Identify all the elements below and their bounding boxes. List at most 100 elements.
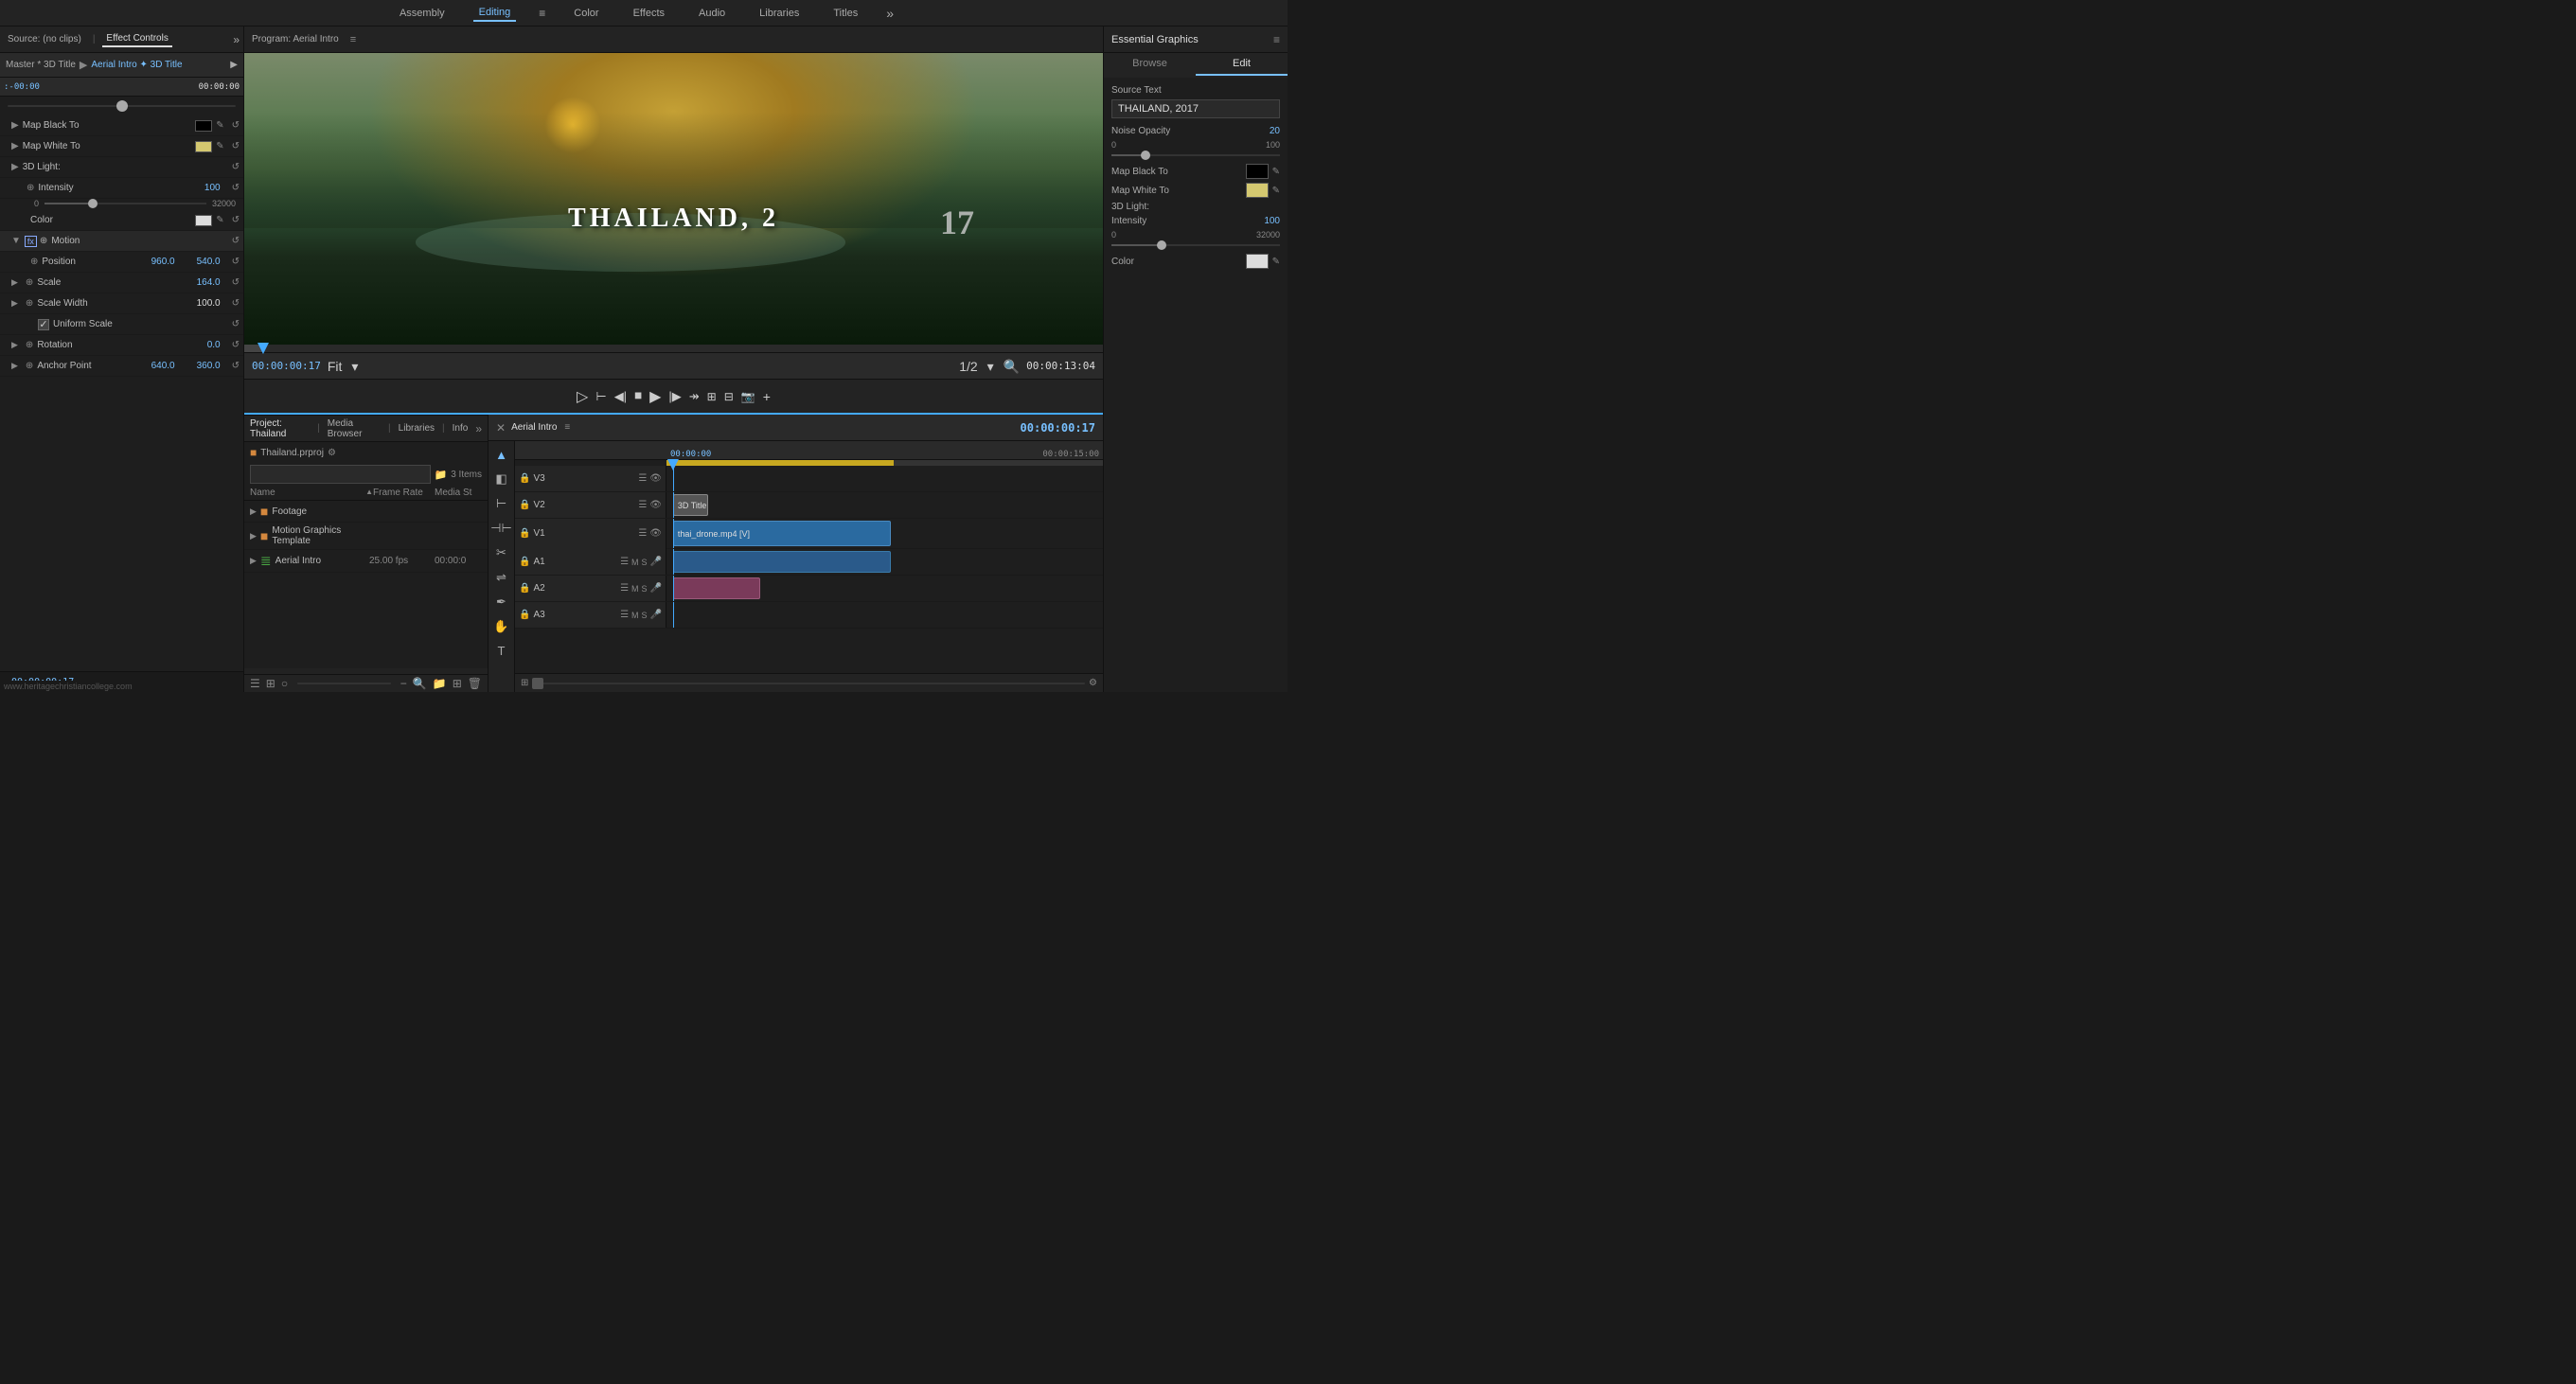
noise-slider[interactable] [1111, 154, 1280, 156]
r-map-black-eyedropper[interactable]: ✎ [1272, 167, 1280, 177]
a1-clip[interactable] [673, 551, 892, 573]
v3-eye-btn[interactable]: 👁 [649, 473, 662, 484]
search-btn[interactable]: 🔍 [413, 677, 427, 690]
a2-clip[interactable] [673, 577, 760, 599]
anchor-x[interactable]: 640.0 [137, 361, 175, 371]
add-btn[interactable]: + [763, 389, 771, 404]
timeline-timecode[interactable]: 00:00:00:17 [1021, 421, 1095, 435]
timeline-add-btn[interactable]: ⊞ [521, 678, 528, 688]
footage-expand[interactable]: ▶ [250, 506, 257, 517]
slip-tool[interactable]: ⇌ [493, 567, 509, 588]
noise-opacity-value[interactable]: 20 [1270, 126, 1280, 136]
ripple-edit-tool[interactable]: ⊢ [493, 493, 509, 514]
project-more[interactable]: » [475, 422, 482, 435]
a3-settings-btn[interactable]: ☰ [620, 610, 629, 620]
tab-edit[interactable]: Edit [1196, 53, 1288, 76]
tab-project[interactable]: Project: Thailand [250, 418, 310, 439]
rotation-reset[interactable]: ↺ [232, 340, 240, 350]
source-text-input[interactable] [1111, 99, 1280, 118]
zoom-out-btn[interactable]: − [400, 677, 407, 690]
a2-solo-btn[interactable]: S [642, 584, 648, 594]
position-x[interactable]: 960.0 [137, 257, 175, 267]
intensity-value[interactable]: 100 [183, 183, 221, 193]
map-black-eyedropper[interactable]: ✎ [216, 120, 223, 131]
intensity-slider-thumb[interactable] [88, 199, 98, 208]
a1-mute-btn[interactable]: M [631, 558, 639, 567]
expand-motion[interactable]: ▼ [11, 236, 21, 246]
uniform-scale-checkbox[interactable]: ✓ [38, 319, 49, 330]
aerial-expand[interactable]: ▶ [250, 556, 257, 566]
timeline-menu-icon[interactable]: ≡ [564, 422, 570, 433]
a3-solo-btn[interactable]: S [642, 611, 648, 620]
v3-settings-btn[interactable]: ☰ [638, 473, 647, 484]
expand-anchor[interactable]: ▶ [11, 361, 18, 371]
color-reset[interactable]: ↺ [232, 215, 240, 225]
project-slider[interactable] [297, 683, 391, 684]
a3-mute-btn[interactable]: M [631, 611, 639, 620]
nav-editing[interactable]: Editing [473, 5, 517, 22]
timeline-close-icon[interactable]: ✕ [496, 421, 506, 435]
tab-browse[interactable]: Browse [1104, 53, 1196, 76]
scale-width-value[interactable]: 100.0 [183, 298, 221, 309]
3d-light-reset[interactable]: ↺ [232, 162, 240, 172]
intensity-reset[interactable]: ↺ [232, 183, 240, 193]
new-bin-btn[interactable]: 📁 [433, 677, 447, 690]
a3-mic-btn[interactable]: 🎤 [650, 610, 662, 620]
anchor-reset[interactable]: ↺ [232, 361, 240, 371]
a2-settings-btn[interactable]: ☰ [620, 583, 629, 594]
type-tool[interactable]: T [495, 641, 508, 661]
a1-mic-btn[interactable]: 🎤 [650, 557, 662, 567]
rotation-anim[interactable]: ⊕ [26, 340, 33, 350]
fit-dropdown-btn[interactable]: Fit [325, 360, 346, 373]
stop-btn[interactable]: ⏹ [634, 388, 642, 405]
lift-btn[interactable]: ⊟ [724, 390, 734, 403]
color-eyedropper[interactable]: ✎ [216, 215, 223, 225]
nav-libraries[interactable]: Libraries [754, 6, 805, 21]
uniform-scale-reset[interactable]: ↺ [232, 319, 240, 329]
tab-media-browser[interactable]: Media Browser [328, 418, 381, 439]
nav-audio[interactable]: Audio [693, 6, 731, 21]
master-breadcrumb[interactable]: Aerial Intro ✦ 3D Title [91, 60, 182, 70]
map-white-eyedropper[interactable]: ✎ [216, 141, 223, 151]
pen-tool[interactable]: ✒ [493, 592, 509, 612]
a2-mute-btn[interactable]: M [631, 584, 639, 594]
quality-arrow[interactable]: ▾ [985, 360, 997, 373]
nav-effects[interactable]: Effects [628, 6, 670, 21]
v1-drone-clip[interactable]: thai_drone.mp4 [V] [673, 521, 892, 546]
left-tabs-more[interactable]: » [233, 33, 240, 46]
expand-map-white[interactable]: ▶ [11, 141, 19, 151]
v2-settings-btn[interactable]: ☰ [638, 500, 647, 510]
step-back-btn[interactable]: ◀| [614, 389, 627, 404]
master-slider[interactable] [8, 105, 236, 107]
expand-scale-width[interactable]: ▶ [11, 298, 18, 309]
master-forward[interactable]: ▶ [230, 60, 238, 70]
camera-btn[interactable]: 📷 [741, 390, 755, 403]
footage-name[interactable]: Footage [272, 506, 365, 517]
freeform-btn[interactable]: ○ [281, 677, 288, 690]
dropdown-arrow[interactable]: ▾ [348, 360, 361, 373]
aerial-name[interactable]: Aerial Intro [275, 556, 365, 566]
motion-expand[interactable]: ▶ [250, 531, 257, 541]
r-intensity-value[interactable]: 100 [1264, 216, 1280, 226]
map-white-swatch[interactable] [195, 141, 212, 152]
color-swatch[interactable] [195, 215, 212, 226]
razor-tool[interactable]: ✂ [493, 542, 509, 563]
new-item-btn[interactable]: ⊞ [453, 677, 462, 690]
col-fps[interactable]: Frame Rate [373, 488, 435, 498]
project-settings-icon[interactable]: ⚙ [328, 448, 336, 458]
r-intensity-slider[interactable] [1111, 244, 1280, 246]
v1-settings-btn[interactable]: ☰ [638, 528, 647, 539]
anchor-y[interactable]: 360.0 [183, 361, 221, 371]
timeline-settings-btn[interactable]: ⚙ [1089, 678, 1097, 688]
col-media[interactable]: Media St [435, 488, 482, 498]
r-map-white-swatch[interactable] [1246, 183, 1269, 198]
play-tool-btn[interactable]: ▷ [577, 387, 588, 406]
position-anim[interactable]: ⊕ [30, 257, 38, 267]
preview-current-time[interactable]: 00:00:00:17 [252, 360, 321, 372]
a2-lock-icon[interactable]: 🔒 [519, 583, 530, 594]
preview-progress-bar[interactable] [244, 345, 1103, 352]
r-color-swatch[interactable] [1246, 254, 1269, 269]
expand-scale[interactable]: ▶ [11, 277, 18, 288]
nav-more[interactable]: » [886, 6, 894, 21]
project-new-folder-icon[interactable]: 📁 [435, 469, 448, 481]
